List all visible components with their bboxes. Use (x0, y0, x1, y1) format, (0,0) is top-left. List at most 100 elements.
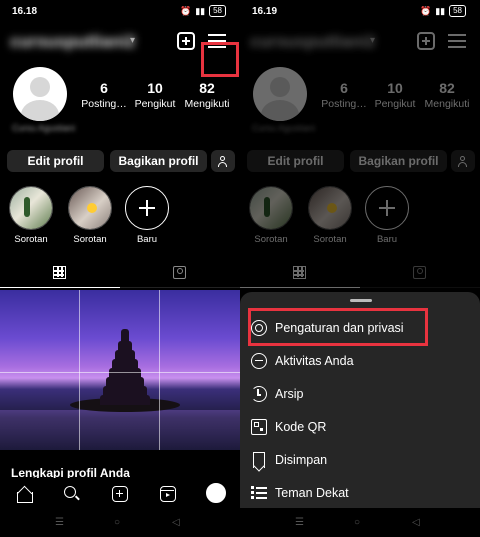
avatar-head (30, 77, 50, 97)
menu-item-label: Arsip (275, 387, 304, 401)
archive-icon (251, 386, 267, 402)
menu-item-label: Disimpan (275, 453, 328, 467)
highlight-thumbnail (68, 186, 112, 230)
menu-item-label: Teman Dekat (275, 486, 349, 500)
bottom-nav (0, 478, 240, 510)
reels-icon[interactable] (160, 486, 176, 502)
bookmark-icon (253, 452, 265, 468)
stat-value: 10 (147, 80, 163, 96)
alarm-icon: ⏰ (179, 5, 192, 16)
chevron-down-icon: ▾ (370, 35, 376, 46)
system-home-button[interactable]: ○ (354, 517, 360, 528)
menu-item-archive[interactable]: Arsip (240, 378, 480, 410)
menu-line (448, 34, 466, 36)
new-highlight-button[interactable]: Baru (124, 186, 170, 245)
menu-item-saved[interactable]: Disimpan (240, 444, 480, 476)
profile-avatar (253, 67, 307, 121)
create-new-button[interactable] (177, 32, 195, 50)
tab-tagged (360, 258, 480, 288)
stat-following[interactable]: 82 Mengikuti (177, 80, 237, 110)
recent-apps-button[interactable]: ☰ (55, 517, 64, 528)
add-person-icon (217, 156, 229, 167)
highlight-thumbnail (9, 186, 53, 230)
edit-profile-button[interactable]: Edit profil (7, 150, 104, 172)
system-nav-bar: ☰ ○ ◁ (0, 510, 240, 537)
grid-icon (293, 266, 306, 279)
home-icon[interactable] (16, 486, 33, 503)
settings-highlight-box (248, 308, 428, 346)
tab-posts-grid[interactable] (0, 258, 120, 288)
stat-followers[interactable]: 10 Pengikut (125, 80, 185, 110)
tagged-person-icon (413, 266, 426, 279)
highlight-label: Sorotan (313, 234, 347, 245)
create-post-icon[interactable] (112, 486, 128, 502)
profile-top-bar: cursusputliani2 ▾ (240, 24, 480, 60)
grid-icon (53, 266, 66, 279)
menu-item-your-activity[interactable]: Aktivitas Anda (240, 345, 480, 377)
edit-profile-button: Edit profil (247, 150, 344, 172)
list-icon (251, 485, 267, 501)
highlight-label: Sorotan (254, 234, 288, 245)
battery-icon: 58 (209, 5, 226, 17)
avatar-body (21, 100, 59, 121)
menu-item-label: Aktivitas Anda (275, 354, 354, 368)
profile-tabs (0, 258, 240, 288)
search-icon[interactable] (64, 486, 80, 502)
signal-icon: ▮▮ (435, 5, 446, 16)
system-back-button[interactable]: ◁ (412, 517, 420, 528)
stat-label: Pengikut (374, 98, 416, 110)
chevron-down-icon[interactable]: ▾ (130, 35, 135, 46)
stat-label: Mengikuti (424, 98, 470, 110)
system-back-button[interactable]: ◁ (172, 517, 180, 528)
battery-icon: 58 (449, 5, 466, 17)
pagoda-silhouette (100, 320, 150, 405)
avatar-head (270, 77, 290, 97)
signal-icon: ▮▮ (195, 5, 206, 16)
highlight-story: Sorotan (248, 186, 294, 245)
alarm-icon: ⏰ (419, 5, 432, 16)
stat-value: 82 (199, 80, 215, 96)
sheet-grabber-handle[interactable] (350, 299, 372, 302)
highlight-story: Sorotan (307, 186, 353, 245)
tab-posts-grid (240, 258, 360, 288)
bio-name: Cursu Agustiani (252, 123, 316, 133)
right-screen: 16.19 ⏰ ▮▮ 58 cursusputliani2 ▾ 6 Postin… (240, 0, 480, 537)
menu-line (448, 40, 466, 42)
status-icons: ⏰ ▮▮ 58 (180, 5, 226, 17)
bio-name: Cursu Agustiani (12, 123, 76, 133)
profile-top-bar: cursusputliani2 ▾ (0, 24, 240, 77)
menu-item-close-friends[interactable]: Teman Dekat (240, 477, 480, 509)
stat-following: 82 Mengikuti (417, 80, 477, 110)
username[interactable]: cursusputliani2 (10, 32, 136, 52)
status-bar: 16.18 ⏰ ▮▮ 58 (0, 0, 240, 22)
stat-value: 10 (387, 80, 403, 96)
highlight-label: Sorotan (14, 234, 48, 245)
create-new-button (417, 32, 435, 50)
discover-people-button (451, 150, 475, 172)
menu-line (448, 46, 466, 48)
profile-avatar[interactable] (13, 67, 67, 121)
share-profile-button[interactable]: Bagikan profil (110, 150, 207, 172)
highlight-story[interactable]: Sorotan (8, 186, 54, 245)
tagged-person-icon (173, 266, 186, 279)
highlight-thumbnail (308, 186, 352, 230)
highlight-story[interactable]: Sorotan (67, 186, 113, 245)
share-profile-button: Bagikan profil (350, 150, 447, 172)
username: cursusputliani2 (250, 32, 376, 51)
stat-followers: 10 Pengikut (365, 80, 425, 110)
new-highlight-button: Baru (364, 186, 410, 245)
system-nav-bar: ☰ ○ ◁ (240, 510, 480, 537)
stat-label: Pengikut (134, 98, 176, 110)
activity-icon (251, 353, 267, 369)
tab-tagged[interactable] (120, 258, 240, 288)
system-home-button[interactable]: ○ (114, 517, 120, 528)
recent-apps-button[interactable]: ☰ (295, 517, 304, 528)
profile-avatar-icon[interactable] (206, 483, 226, 503)
highlight-label: Baru (136, 234, 158, 245)
highlight-thumbnail (249, 186, 293, 230)
discover-people-button[interactable] (211, 150, 235, 172)
menu-item-qr-code[interactable]: Kode QR (240, 411, 480, 443)
stat-label: Mengikuti (184, 98, 230, 110)
post-photo[interactable] (0, 290, 240, 450)
stat-value: 82 (439, 80, 455, 96)
